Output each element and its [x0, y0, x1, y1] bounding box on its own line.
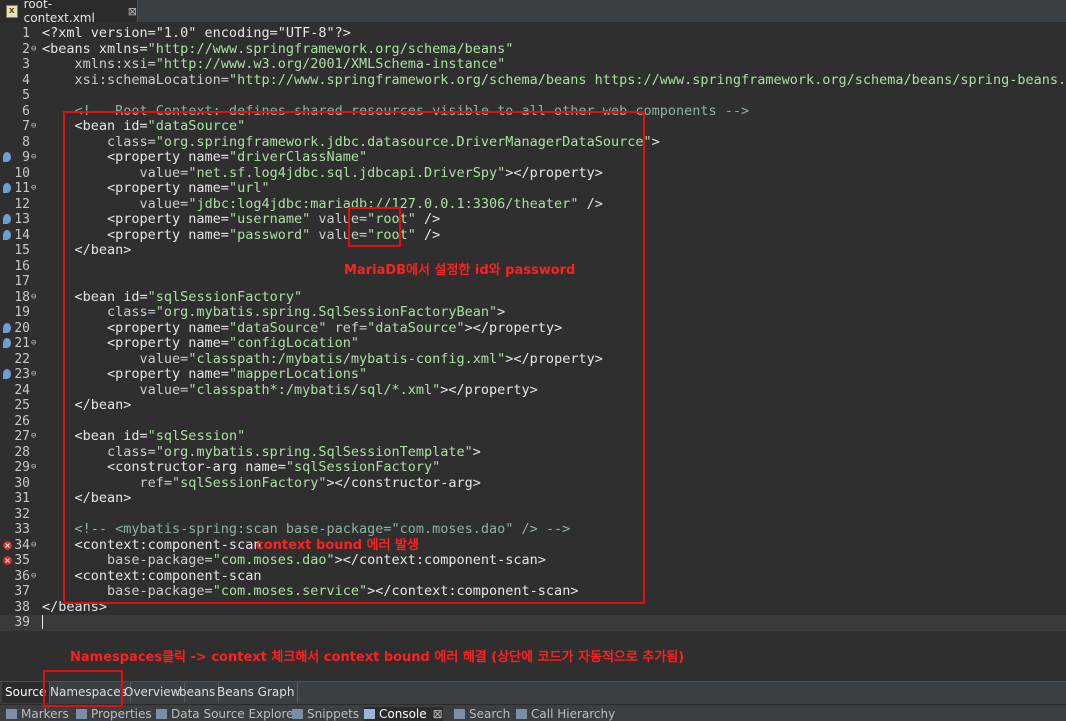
tab-beans[interactable]: beans — [176, 682, 220, 703]
fold-toggle-icon[interactable]: ⊖ — [31, 538, 36, 554]
line-number: 7 — [22, 119, 30, 134]
line-number: 25 — [14, 398, 30, 413]
context-error-annotation: context bound 에러 발생 — [256, 538, 419, 553]
line-number: 27 — [14, 429, 30, 444]
line-number: 22 — [14, 351, 30, 367]
editor-tab-bar: x root-context.xml ⊠ — [0, 0, 1066, 25]
code-line[interactable]: 5 — [0, 88, 1066, 104]
close-tab-icon[interactable]: ⊠ — [128, 5, 137, 18]
console-icon — [364, 709, 375, 719]
line-number: 19 — [14, 305, 30, 320]
code-text: <beans xmlns="http://www.springframework… — [42, 40, 514, 57]
fold-toggle-icon[interactable]: ⊖ — [31, 42, 36, 58]
xml-file-icon: x — [6, 4, 18, 18]
line-number: 13 — [14, 212, 30, 227]
line-number: 11 — [14, 181, 30, 196]
root-values-highlight-box — [348, 207, 401, 247]
call-hierarchy-icon — [516, 709, 527, 719]
fold-toggle-icon[interactable]: ⊖ — [31, 290, 36, 306]
line-number: 23 — [14, 367, 30, 382]
line-number: 39 — [14, 615, 30, 630]
line-number: 30 — [14, 475, 30, 491]
markers-icon — [6, 709, 17, 719]
code-line[interactable]: 3 xmlns:xsi="http://www.w3.org/2001/XMLS… — [0, 56, 1066, 73]
view-properties[interactable]: Properties — [76, 707, 152, 721]
line-number: 2 — [22, 41, 30, 57]
fold-toggle-icon[interactable]: ⊖ — [31, 367, 36, 383]
code-text: xmlns:xsi="http://www.w3.org/2001/XMLSch… — [42, 56, 506, 72]
credentials-annotation: MariaDB에서 설정한 id와 password — [344, 263, 576, 278]
fold-toggle-icon[interactable]: ⊖ — [31, 181, 36, 197]
line-number: 32 — [14, 506, 30, 522]
line-number: 5 — [22, 88, 30, 103]
tab-beans-graph[interactable]: Beans Graph — [214, 682, 299, 703]
line-number: 31 — [14, 491, 30, 506]
namespaces-hint-annotation: Namespaces클릭 -> context 체크해서 context bou… — [70, 650, 685, 665]
line-number: 37 — [14, 584, 30, 599]
line-number: 3 — [22, 57, 30, 72]
line-number: 24 — [14, 382, 30, 398]
line-number: 10 — [14, 165, 30, 181]
code-text — [42, 615, 43, 631]
close-console-icon[interactable]: ⊠ — [433, 707, 443, 721]
line-number: 21 — [14, 336, 30, 351]
line-number: 17 — [14, 274, 30, 289]
line-number: 18 — [14, 289, 30, 305]
code-line[interactable]: 4 xsi:schemaLocation="http://www.springf… — [0, 71, 1066, 89]
line-number: 29 — [14, 460, 30, 475]
line-number: 4 — [22, 72, 30, 88]
line-number: 6 — [22, 103, 30, 119]
line-number: 33 — [14, 522, 30, 537]
code-text: xsi:schemaLocation="http://www.springfra… — [42, 71, 1066, 88]
fold-toggle-icon[interactable]: ⊖ — [31, 569, 36, 585]
views-bar: Markers Properties Data Source Explorer … — [0, 704, 1066, 721]
line-number: 28 — [14, 444, 30, 460]
view-snippets[interactable]: Snippets — [292, 707, 359, 721]
fold-toggle-icon[interactable]: ⊖ — [31, 150, 36, 166]
line-number: 12 — [14, 196, 30, 212]
line-number: 34 — [14, 537, 30, 553]
text-caret — [42, 615, 43, 629]
fold-toggle-icon[interactable]: ⊖ — [31, 119, 36, 135]
code-line[interactable]: 1 <?xml version="1.0" encoding="UTF-8"?> — [0, 25, 1066, 42]
data-source-icon — [156, 709, 167, 719]
fold-toggle-icon[interactable]: ⊖ — [31, 429, 36, 445]
line-number: 1 — [22, 26, 30, 41]
line-number: 26 — [14, 413, 30, 429]
namespaces-tab-highlight-box — [43, 670, 123, 707]
view-search[interactable]: Search — [454, 707, 510, 721]
line-number: 8 — [22, 134, 30, 150]
tab-overview[interactable]: Overview — [121, 682, 185, 703]
view-markers[interactable]: Markers — [6, 707, 69, 721]
code-text: <?xml version="1.0" encoding="UTF-8"?> — [42, 25, 351, 41]
tab-title: root-context.xml — [23, 0, 95, 25]
line-number: 20 — [14, 320, 30, 336]
editor-mode-tabs: Source Namespaces Overview beans Beans G… — [0, 681, 1066, 704]
code-line[interactable]: 2 ⊖ <beans xmlns="http://www.springframewo… — [0, 40, 1066, 58]
line-number: 14 — [14, 227, 30, 243]
line-number: 35 — [14, 553, 30, 568]
view-call-hierarchy[interactable]: Call Hierarchy — [516, 707, 615, 721]
fold-toggle-icon[interactable]: ⊖ — [31, 336, 36, 352]
line-number: 16 — [14, 258, 30, 274]
view-console[interactable]: Console ⊠ — [364, 707, 443, 721]
line-number: 36 — [14, 568, 30, 584]
line-number: 15 — [14, 243, 30, 258]
fold-toggle-icon[interactable]: ⊖ — [31, 460, 36, 476]
snippets-icon — [292, 709, 303, 719]
tab-root-context-xml[interactable]: x root-context.xml ⊠ — [0, 0, 138, 25]
view-data-source-explorer[interactable]: Data Source Explorer — [156, 707, 298, 721]
properties-icon — [76, 709, 87, 719]
bean-config-highlight-box — [63, 111, 645, 604]
line-number: 9 — [22, 150, 30, 165]
search-icon — [454, 709, 465, 719]
code-line[interactable]: 39 — [0, 615, 1066, 631]
line-number: 38 — [14, 599, 30, 615]
